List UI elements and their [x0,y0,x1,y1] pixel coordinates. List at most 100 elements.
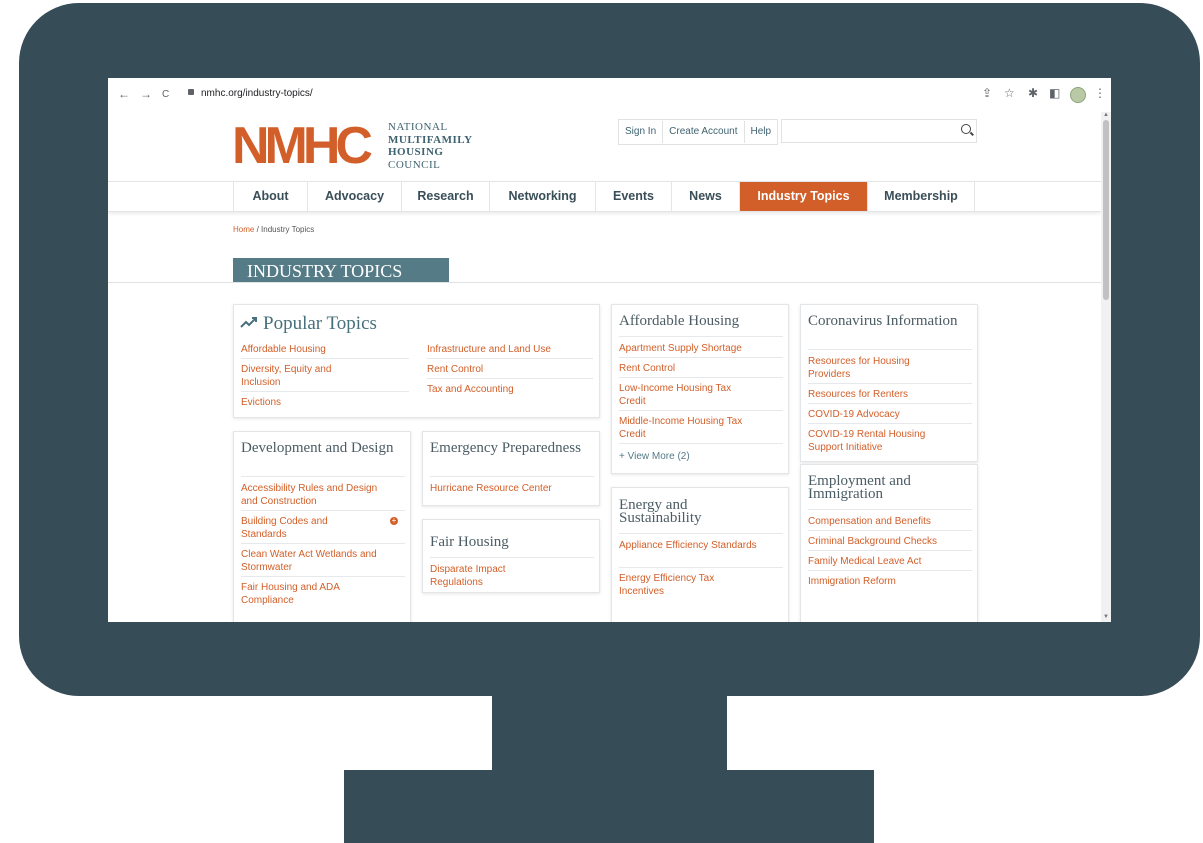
logo-line: MULTIFAMILY [388,133,473,146]
trending-icon [240,317,257,328]
topic-link[interactable]: Building Codes and Standards [241,515,361,541]
sign-in-link[interactable]: Sign In [619,121,664,143]
topic-link[interactable]: Compensation and Benefits [808,515,973,528]
topic-link[interactable]: COVID-19 Advocacy [808,408,958,421]
expand-plus-icon[interactable]: + [390,517,398,525]
topic-link[interactable]: Resources for Housing Providers [808,355,948,381]
extensions-icon[interactable]: ✱ [1028,86,1038,100]
main-navigation: About Advocacy Research Networking Events New… [108,181,1101,212]
breadcrumb-separator: / [256,225,259,234]
browser-toolbar: ← → C nmhc.org/industry-topics/ ⇪ ☆ ✱ ◧ … [108,78,1111,113]
web-page: NMHC NATIONAL MULTIFAMILY HOUSING COUNCI… [108,112,1101,622]
divider [619,443,783,444]
search-icon[interactable] [961,124,971,134]
divider [241,476,405,477]
help-link[interactable]: Help [745,121,778,143]
nmhc-logo[interactable]: NMHC [232,120,373,172]
logo-wordmark: NATIONAL MULTIFAMILY HOUSING COUNCIL [388,121,473,171]
scrollbar-thumb[interactable] [1103,120,1109,300]
topic-link[interactable]: Clean Water Act Wetlands and Stormwater [241,548,381,574]
nav-item-networking[interactable]: Networking [489,182,595,211]
divider [619,377,783,378]
card-title: Coronavirus Information [808,313,958,329]
topic-link[interactable]: Fair Housing and ADA Compliance [241,581,381,607]
divider [808,530,972,531]
side-panel-icon[interactable]: ◧ [1049,86,1060,100]
breadcrumb-current: Industry Topics [261,225,315,234]
logo-line: NATIONAL [388,121,448,133]
nav-item-research[interactable]: Research [401,182,489,211]
monitor-neck [492,690,727,772]
page-scrollbar[interactable]: ▲ ▼ [1101,112,1111,622]
logo-line: HOUSING [388,146,444,158]
card-title: Development and Design [241,440,394,456]
breadcrumb-home-link[interactable]: Home [233,225,254,234]
topic-link[interactable]: Immigration Reform [808,575,973,588]
nav-item-about[interactable]: About [233,182,307,211]
development-design-card: Development and Design Accessibility Rul… [233,431,411,622]
topic-link[interactable]: Tax and Accounting [427,383,597,396]
fair-housing-card: Fair Housing Disparate Impact Regulation… [422,519,600,593]
card-title: Fair Housing [430,534,509,550]
topic-link[interactable]: Energy Efficiency Tax Incentives [619,572,759,598]
page-title: INDUSTRY TOPICS [233,258,449,283]
topic-link[interactable]: Criminal Background Checks [808,535,973,548]
divider [808,383,972,384]
divider [241,543,405,544]
nav-item-events[interactable]: Events [595,182,671,211]
topic-link[interactable]: Hurricane Resource Center [430,482,590,495]
divider [430,476,594,477]
back-icon[interactable]: ← [118,87,130,101]
card-title: Emergency Preparedness [430,440,581,456]
divider [430,557,594,558]
emergency-preparedness-card: Emergency Preparedness Hurricane Resourc… [422,431,600,506]
star-icon[interactable]: ☆ [1004,86,1015,100]
topic-link[interactable]: Rent Control [619,362,784,375]
divider [619,567,783,568]
title-divider [108,282,1101,283]
topic-link[interactable]: Diversity, Equity and Inclusion [241,363,361,389]
share-icon[interactable]: ⇪ [982,86,992,100]
divider [808,509,972,510]
divider [619,533,783,534]
forward-icon[interactable]: → [140,87,152,101]
search-input[interactable] [781,119,977,143]
topic-link[interactable]: Accessibility Rules and Design and Const… [241,482,381,508]
address-bar[interactable]: nmhc.org/industry-topics/ [201,88,313,99]
topic-link[interactable]: Apartment Supply Shortage [619,342,784,355]
divider [808,550,972,551]
card-title: Energy and Sustainability [619,497,702,526]
topic-link[interactable]: Low-Income Housing Tax Credit [619,382,759,408]
topic-link[interactable]: Rent Control [427,363,597,376]
nav-item-membership[interactable]: Membership [867,182,975,211]
profile-avatar[interactable] [1070,87,1086,103]
logo-line: COUNCIL [388,158,441,171]
scroll-up-icon[interactable]: ▲ [1103,112,1109,118]
view-more-link[interactable]: + View More (2) [619,451,690,462]
topic-link[interactable]: COVID-19 Rental Housing Support Initiati… [808,428,948,454]
reload-icon[interactable]: C [162,89,169,100]
topic-link[interactable]: Evictions [241,396,411,409]
nav-item-advocacy[interactable]: Advocacy [307,182,401,211]
menu-icon[interactable]: ⋮ [1094,86,1106,100]
topic-link[interactable]: Disparate Impact Regulations [430,563,540,589]
topic-link[interactable]: Resources for Renters [808,388,958,401]
popular-topics-title: Popular Topics [263,313,377,334]
popular-topics-card: Popular Topics Affordable Housing Divers… [233,304,600,418]
divider [808,570,972,571]
topic-link[interactable]: Affordable Housing [241,343,411,356]
divider [808,403,972,404]
card-title: Employment and Immigration [808,473,911,502]
divider [808,349,972,350]
energy-sustainability-card: Energy and Sustainability Appliance Effi… [611,487,789,622]
monitor-screen: ← → C nmhc.org/industry-topics/ ⇪ ☆ ✱ ◧ … [108,78,1111,622]
topic-link[interactable]: Infrastructure and Land Use [427,343,597,356]
divider [808,423,972,424]
topic-link[interactable]: Family Medical Leave Act [808,555,973,568]
nav-item-news[interactable]: News [671,182,739,211]
topic-link[interactable]: Appliance Efficiency Standards [619,539,759,552]
scroll-down-icon[interactable]: ▼ [1103,614,1109,620]
nav-item-industry-topics[interactable]: Industry Topics [739,182,867,211]
topic-link[interactable]: Middle-Income Housing Tax Credit [619,415,769,441]
create-account-link[interactable]: Create Account [663,121,745,143]
